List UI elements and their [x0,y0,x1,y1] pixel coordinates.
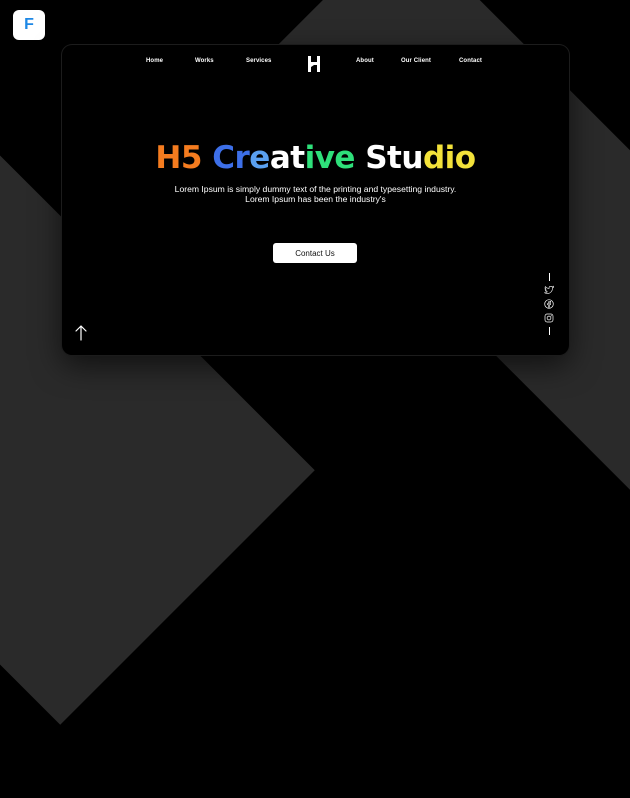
hero-title-part: e [249,140,270,176]
h-monogram-logo[interactable] [307,55,321,73]
app-badge-letter: F [24,16,34,33]
hero-subtitle-line-1: Lorem Ipsum is simply dummy text of the … [174,184,457,194]
social-links [542,273,556,335]
nav-our-client[interactable]: Our Client [401,58,431,64]
hero-title-part: ive [304,140,366,176]
social-divider-top [548,273,550,281]
hero-title-part: Cr [212,140,250,176]
nav-contact[interactable]: Contact [459,58,482,64]
website-preview-card: Home Works Services About Our Client Con… [62,45,569,355]
nav-works[interactable]: Works [195,58,214,64]
twitter-icon[interactable] [544,285,554,295]
hero-title-part: dio [422,140,476,176]
instagram-icon[interactable] [544,313,554,323]
facebook-icon[interactable] [544,299,554,309]
hero-title-part: at [269,140,305,176]
hero-title: H5 Creative Studio [62,140,569,176]
nav-home[interactable]: Home [146,58,163,64]
hero-title-part: H5 [155,140,213,176]
hero-title-part: Stu [365,140,423,176]
nav-services[interactable]: Services [246,58,272,64]
arrow-up-icon[interactable] [74,325,88,341]
hero-subtitle: Lorem Ipsum is simply dummy text of the … [62,184,569,204]
social-divider-bottom [548,327,550,335]
app-badge[interactable]: F [13,10,45,40]
contact-us-button[interactable]: Contact Us [273,243,357,263]
nav-about[interactable]: About [356,58,374,64]
hero-subtitle-line-2: Lorem Ipsum has been the industry's [245,194,386,204]
